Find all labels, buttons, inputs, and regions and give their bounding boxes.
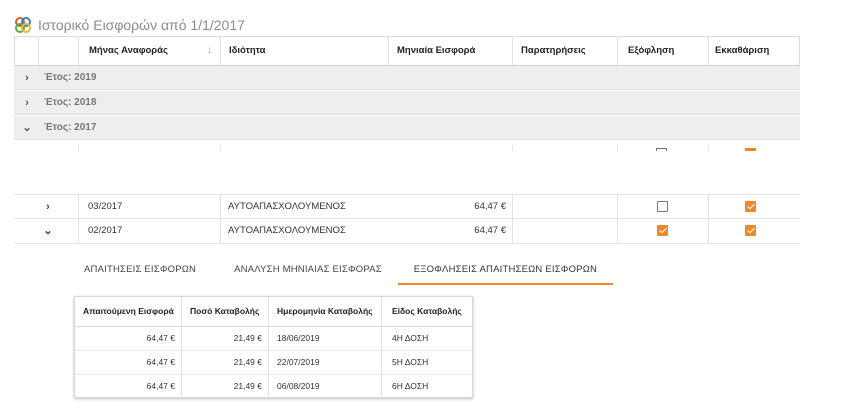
cell-role: ΑΥΤΟΑΠΑΣΧΟΛΟΥΜΕΝΟΣ — [228, 225, 346, 236]
header-spacer-col — [39, 37, 79, 65]
column-header-payment-date[interactable]: Ημερομηνία Καταβολής — [269, 297, 382, 326]
table-row: 64,47 € 21,49 € 18/06/2019 4Η ΔΟΣΗ — [75, 327, 472, 351]
table-row: 64,47 € 21,49 € 06/08/2019 6Η ΔΟΣΗ — [75, 375, 472, 399]
group-label: Έτος: 2018 — [44, 97, 97, 108]
group-row-2018[interactable]: › Έτος: 2018 — [14, 91, 800, 115]
cell-required: 64,47 € — [75, 327, 182, 350]
group-row-2019[interactable]: › Έτος: 2019 — [14, 66, 800, 90]
group-row-2017[interactable]: ⌄ Έτος: 2017 — [14, 116, 800, 140]
column-header-month[interactable]: Μήνας Αναφοράς ↓ — [79, 37, 221, 65]
column-header-required[interactable]: Απαιτούμενη Εισφορά — [75, 297, 182, 326]
group-label: Έτος: 2019 — [44, 72, 97, 83]
cell-notes — [520, 195, 616, 219]
cleared-checkbox[interactable] — [745, 225, 756, 236]
grid-header: Μήνας Αναφοράς ↓ Ιδιότητα Μηνιαία Εισφορ… — [14, 36, 800, 66]
cell-payment-type: 4Η ΔΟΣΗ — [392, 333, 429, 343]
cell-month: 02/2017 — [88, 225, 123, 236]
cell-payment-type: 6Η ΔΟΣΗ — [392, 381, 429, 391]
column-header-payment-amount[interactable]: Ποσό Καταβολής — [182, 297, 269, 326]
chevron-right-icon[interactable]: › — [20, 91, 34, 115]
table-row[interactable]: › 03/2017 ΑΥΤΟΑΠΑΣΧΟΛΟΥΜΕΝΟΣ 64,47 € — [14, 194, 800, 219]
cell-notes — [520, 219, 616, 243]
tab-contribution-claims[interactable]: ΑΠΑΙΤΗΣΕΙΣ ΕΙΣΦΟΡΩΝ — [68, 258, 212, 285]
cell-required: 64,47 € — [75, 351, 182, 374]
cell-required: 64,47 € — [75, 375, 182, 398]
cell-payment-amount: 21,49 € — [182, 351, 269, 374]
column-header-role[interactable]: Ιδιότητα — [221, 37, 389, 65]
app-logo-icon — [15, 17, 31, 33]
clipped-row-fragment — [14, 145, 800, 151]
tab-claim-payments[interactable]: ΕΞΟΦΛΗΣΕΙΣ ΑΠΑΙΤΗΣΕΩΝ ΕΙΣΦΟΡΩΝ — [397, 258, 614, 285]
cell-amount: 64,47 € — [474, 201, 506, 212]
payments-table-header: Απαιτούμενη Εισφορά Ποσό Καταβολής Ημερο… — [75, 297, 472, 327]
header-expand-col — [15, 37, 39, 65]
group-label: Έτος: 2017 — [44, 122, 97, 133]
cell-payment-date: 06/08/2019 — [269, 375, 382, 398]
arrow-down-icon[interactable]: ↓ — [207, 37, 212, 65]
column-header-cleared[interactable]: Εκκαθάριση — [709, 37, 801, 65]
column-header-payment-type[interactable]: Είδος Καταβολής — [382, 297, 472, 326]
chevron-right-icon[interactable]: › — [38, 195, 58, 219]
column-header-amount[interactable]: Μηνιαία Εισφορά — [389, 37, 513, 65]
column-header-notes[interactable]: Παρατηρήσεις — [513, 37, 618, 65]
cleared-checkbox[interactable] — [745, 201, 756, 212]
cell-payment-amount: 21,49 € — [182, 375, 269, 398]
paid-checkbox[interactable] — [657, 201, 668, 212]
table-row: 64,47 € 21,49 € 22/07/2019 5Η ΔΟΣΗ — [75, 351, 472, 375]
payments-table: Απαιτούμενη Εισφορά Ποσό Καταβολής Ημερο… — [74, 296, 473, 398]
chevron-down-icon[interactable]: ⌄ — [20, 116, 34, 140]
page-header: Ιστορικό Εισφορών από 1/1/2017 — [14, 14, 245, 36]
cell-month: 03/2017 — [88, 201, 123, 212]
detail-tabs: ΑΠΑΙΤΗΣΕΙΣ ΕΙΣΦΟΡΩΝ ΑΝΑΛΥΣΗ ΜΗΝΙΑΙΑΣ ΕΙΣ… — [68, 258, 614, 285]
cell-payment-date: 18/06/2019 — [269, 327, 382, 350]
table-row[interactable]: ⌄ 02/2017 ΑΥΤΟΑΠΑΣΧΟΛΟΥΜΕΝΟΣ 64,47 € — [14, 219, 800, 244]
cell-payment-amount: 21,49 € — [182, 327, 269, 350]
cell-payment-type: 5Η ΔΟΣΗ — [392, 357, 429, 367]
cell-amount: 64,47 € — [474, 225, 506, 236]
paid-checkbox[interactable] — [657, 225, 668, 236]
column-header-paid[interactable]: Εξόφληση — [618, 37, 709, 65]
chevron-right-icon[interactable]: › — [20, 66, 34, 90]
cell-payment-date: 22/07/2019 — [269, 351, 382, 374]
cell-role: ΑΥΤΟΑΠΑΣΧΟΛΟΥΜΕΝΟΣ — [228, 201, 346, 212]
chevron-down-icon[interactable]: ⌄ — [38, 219, 58, 243]
page-title: Ιστορικό Εισφορών από 1/1/2017 — [38, 17, 245, 33]
tab-monthly-analysis[interactable]: ΑΝΑΛΥΣΗ ΜΗΝΙΑΙΑΣ ΕΙΣΦΟΡΑΣ — [212, 258, 398, 285]
